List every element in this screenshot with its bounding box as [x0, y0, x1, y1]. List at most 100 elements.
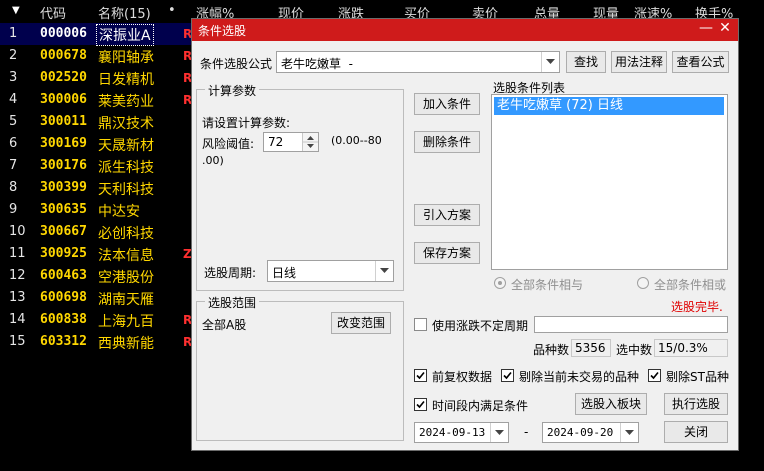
end-date-picker[interactable]: 2024-09-20 — [542, 422, 639, 443]
col-marker: • — [168, 3, 176, 18]
table-row[interactable]: 2 000678 襄阳轴承 R — [0, 45, 200, 67]
stock-name: 深振业A — [96, 24, 154, 46]
stock-name: 中达安 — [98, 204, 140, 220]
radio-and[interactable] — [494, 277, 506, 289]
stock-name: 法本信息 — [98, 248, 154, 264]
stock-code: 300011 — [40, 114, 87, 129]
select-into-board-button[interactable]: 选股入板块 — [575, 393, 647, 415]
radio-or-label: 全部条件相或 — [654, 278, 727, 292]
risk-range-2: .00) — [202, 154, 224, 167]
col-code[interactable]: 代码 — [40, 3, 66, 22]
prev-restore-checkbox[interactable] — [414, 369, 427, 382]
chevron-down-icon[interactable] — [375, 261, 393, 281]
formula-value: 老牛吃嫩草 - — [281, 57, 353, 71]
stock-code: 600838 — [40, 312, 87, 327]
scope-title: 选股范围 — [205, 294, 260, 311]
stock-code: 300169 — [40, 136, 87, 151]
varieties-value: 5356 — [571, 339, 611, 357]
change-scope-button[interactable]: 改变范围 — [331, 312, 391, 334]
table-row[interactable]: 1 000006 深振业A R — [0, 23, 200, 46]
table-row[interactable]: 5 300011 鼎汉技术 — [0, 111, 200, 133]
end-date-value: 2024-09-20 — [547, 426, 614, 439]
execute-selection-button[interactable]: 执行选股 — [664, 393, 728, 415]
table-row[interactable]: 3 002520 日发精机 R — [0, 67, 200, 89]
usage-notes-button[interactable]: 用法注释 — [611, 51, 667, 73]
check-icon — [416, 371, 425, 380]
condition-stock-dialog: 条件选股 — ✕ 条件选股公式 老牛吃嫩草 - 查找 用法注释 查看公式 计算参… — [191, 18, 739, 451]
table-row[interactable]: 4 300006 莱美药业 R — [0, 89, 200, 111]
chevron-down-icon[interactable] — [490, 423, 508, 442]
chevron-down-icon[interactable] — [541, 52, 559, 72]
period-satisfy-label: 时间段内满足条件 — [432, 399, 529, 413]
row-index: 9 — [9, 202, 18, 217]
table-row[interactable]: 12 600463 空港股份 — [0, 265, 200, 287]
risk-threshold-value: 72 — [268, 135, 284, 149]
exclude-untraded-checkbox[interactable] — [501, 369, 514, 382]
table-row[interactable]: 14 600838 上海九百 R — [0, 309, 200, 331]
chevron-down-icon[interactable] — [620, 423, 638, 442]
stock-name: 派生科技 — [98, 160, 154, 176]
row-index: 12 — [9, 268, 26, 283]
risk-threshold-input[interactable]: 72 — [263, 132, 319, 152]
period-satisfy-checkbox[interactable] — [414, 398, 427, 411]
close-button[interactable]: 关闭 — [664, 421, 728, 443]
check-icon — [650, 371, 659, 380]
spin-up-down-icon[interactable] — [303, 133, 318, 151]
save-scheme-button[interactable]: 保存方案 — [414, 242, 480, 264]
dialog-title: 条件选股 — [198, 24, 247, 38]
row-index: 3 — [9, 70, 18, 85]
row-index: 4 — [9, 92, 18, 107]
formula-select[interactable]: 老牛吃嫩草 - — [276, 51, 560, 73]
radio-or[interactable] — [637, 277, 649, 289]
import-scheme-button[interactable]: 引入方案 — [414, 204, 480, 226]
table-row[interactable]: 15 603312 西典新能 R — [0, 331, 200, 353]
start-date-picker[interactable]: 2024-09-13 — [414, 422, 509, 443]
table-row[interactable]: 8 300399 天利科技 — [0, 177, 200, 199]
calc-params-title: 计算参数 — [205, 82, 260, 99]
condition-list[interactable]: 老牛吃嫩草 (72) 日线 — [491, 94, 728, 270]
sort-down-icon[interactable]: ▼ — [12, 5, 20, 16]
table-row[interactable]: 10 300667 必创科技 — [0, 221, 200, 243]
use-period-checkbox[interactable] — [414, 318, 427, 331]
dialog-titlebar[interactable]: 条件选股 — ✕ — [192, 19, 738, 41]
stock-code: 600698 — [40, 290, 87, 305]
table-row[interactable]: 6 300169 天晟新材 — [0, 133, 200, 155]
stock-name: 天晟新材 — [98, 138, 154, 154]
stock-name: 必创科技 — [98, 226, 154, 242]
stock-code: 000006 — [40, 26, 87, 41]
col-name[interactable]: 名称(15) — [98, 3, 151, 22]
formula-label: 条件选股公式 — [200, 57, 273, 71]
period-label: 选股周期: — [204, 266, 257, 280]
date-separator: - — [524, 425, 529, 439]
delete-condition-button[interactable]: 删除条件 — [414, 131, 480, 153]
stock-name: 日发精机 — [98, 72, 154, 88]
period-input[interactable] — [534, 316, 728, 333]
check-icon — [503, 371, 512, 380]
risk-threshold-label: 风险阈值: — [202, 137, 255, 151]
stock-name: 鼎汉技术 — [98, 116, 154, 132]
stock-code: 300667 — [40, 224, 87, 239]
risk-range-1: (0.00--80 — [331, 134, 382, 147]
period-value: 日线 — [272, 266, 297, 280]
exclude-st-label: 剔除ST品种 — [666, 370, 729, 384]
view-formula-button[interactable]: 查看公式 — [672, 51, 729, 73]
prev-restore-label: 前复权数据 — [432, 370, 493, 384]
condition-list-item[interactable]: 老牛吃嫩草 (72) 日线 — [494, 97, 724, 115]
stock-code: 002520 — [40, 70, 87, 85]
minimize-icon[interactable]: — — [697, 20, 715, 36]
row-index: 15 — [9, 334, 26, 349]
exclude-st-checkbox[interactable] — [648, 369, 661, 382]
find-button[interactable]: 查找 — [566, 51, 606, 73]
table-row[interactable]: 7 300176 派生科技 — [0, 155, 200, 177]
row-index: 1 — [9, 26, 18, 41]
close-icon[interactable]: ✕ — [716, 20, 734, 36]
table-row[interactable]: 13 600698 湖南天雁 — [0, 287, 200, 309]
add-condition-button[interactable]: 加入条件 — [414, 93, 480, 115]
table-row[interactable]: 11 300925 法本信息 Z — [0, 243, 200, 265]
period-select[interactable]: 日线 — [267, 260, 394, 282]
selected-label: 选中数 — [616, 343, 653, 357]
stock-code: 000678 — [40, 48, 87, 63]
spin-buttons[interactable] — [302, 133, 318, 151]
table-row[interactable]: 9 300635 中达安 — [0, 199, 200, 221]
stock-code: 603312 — [40, 334, 87, 349]
